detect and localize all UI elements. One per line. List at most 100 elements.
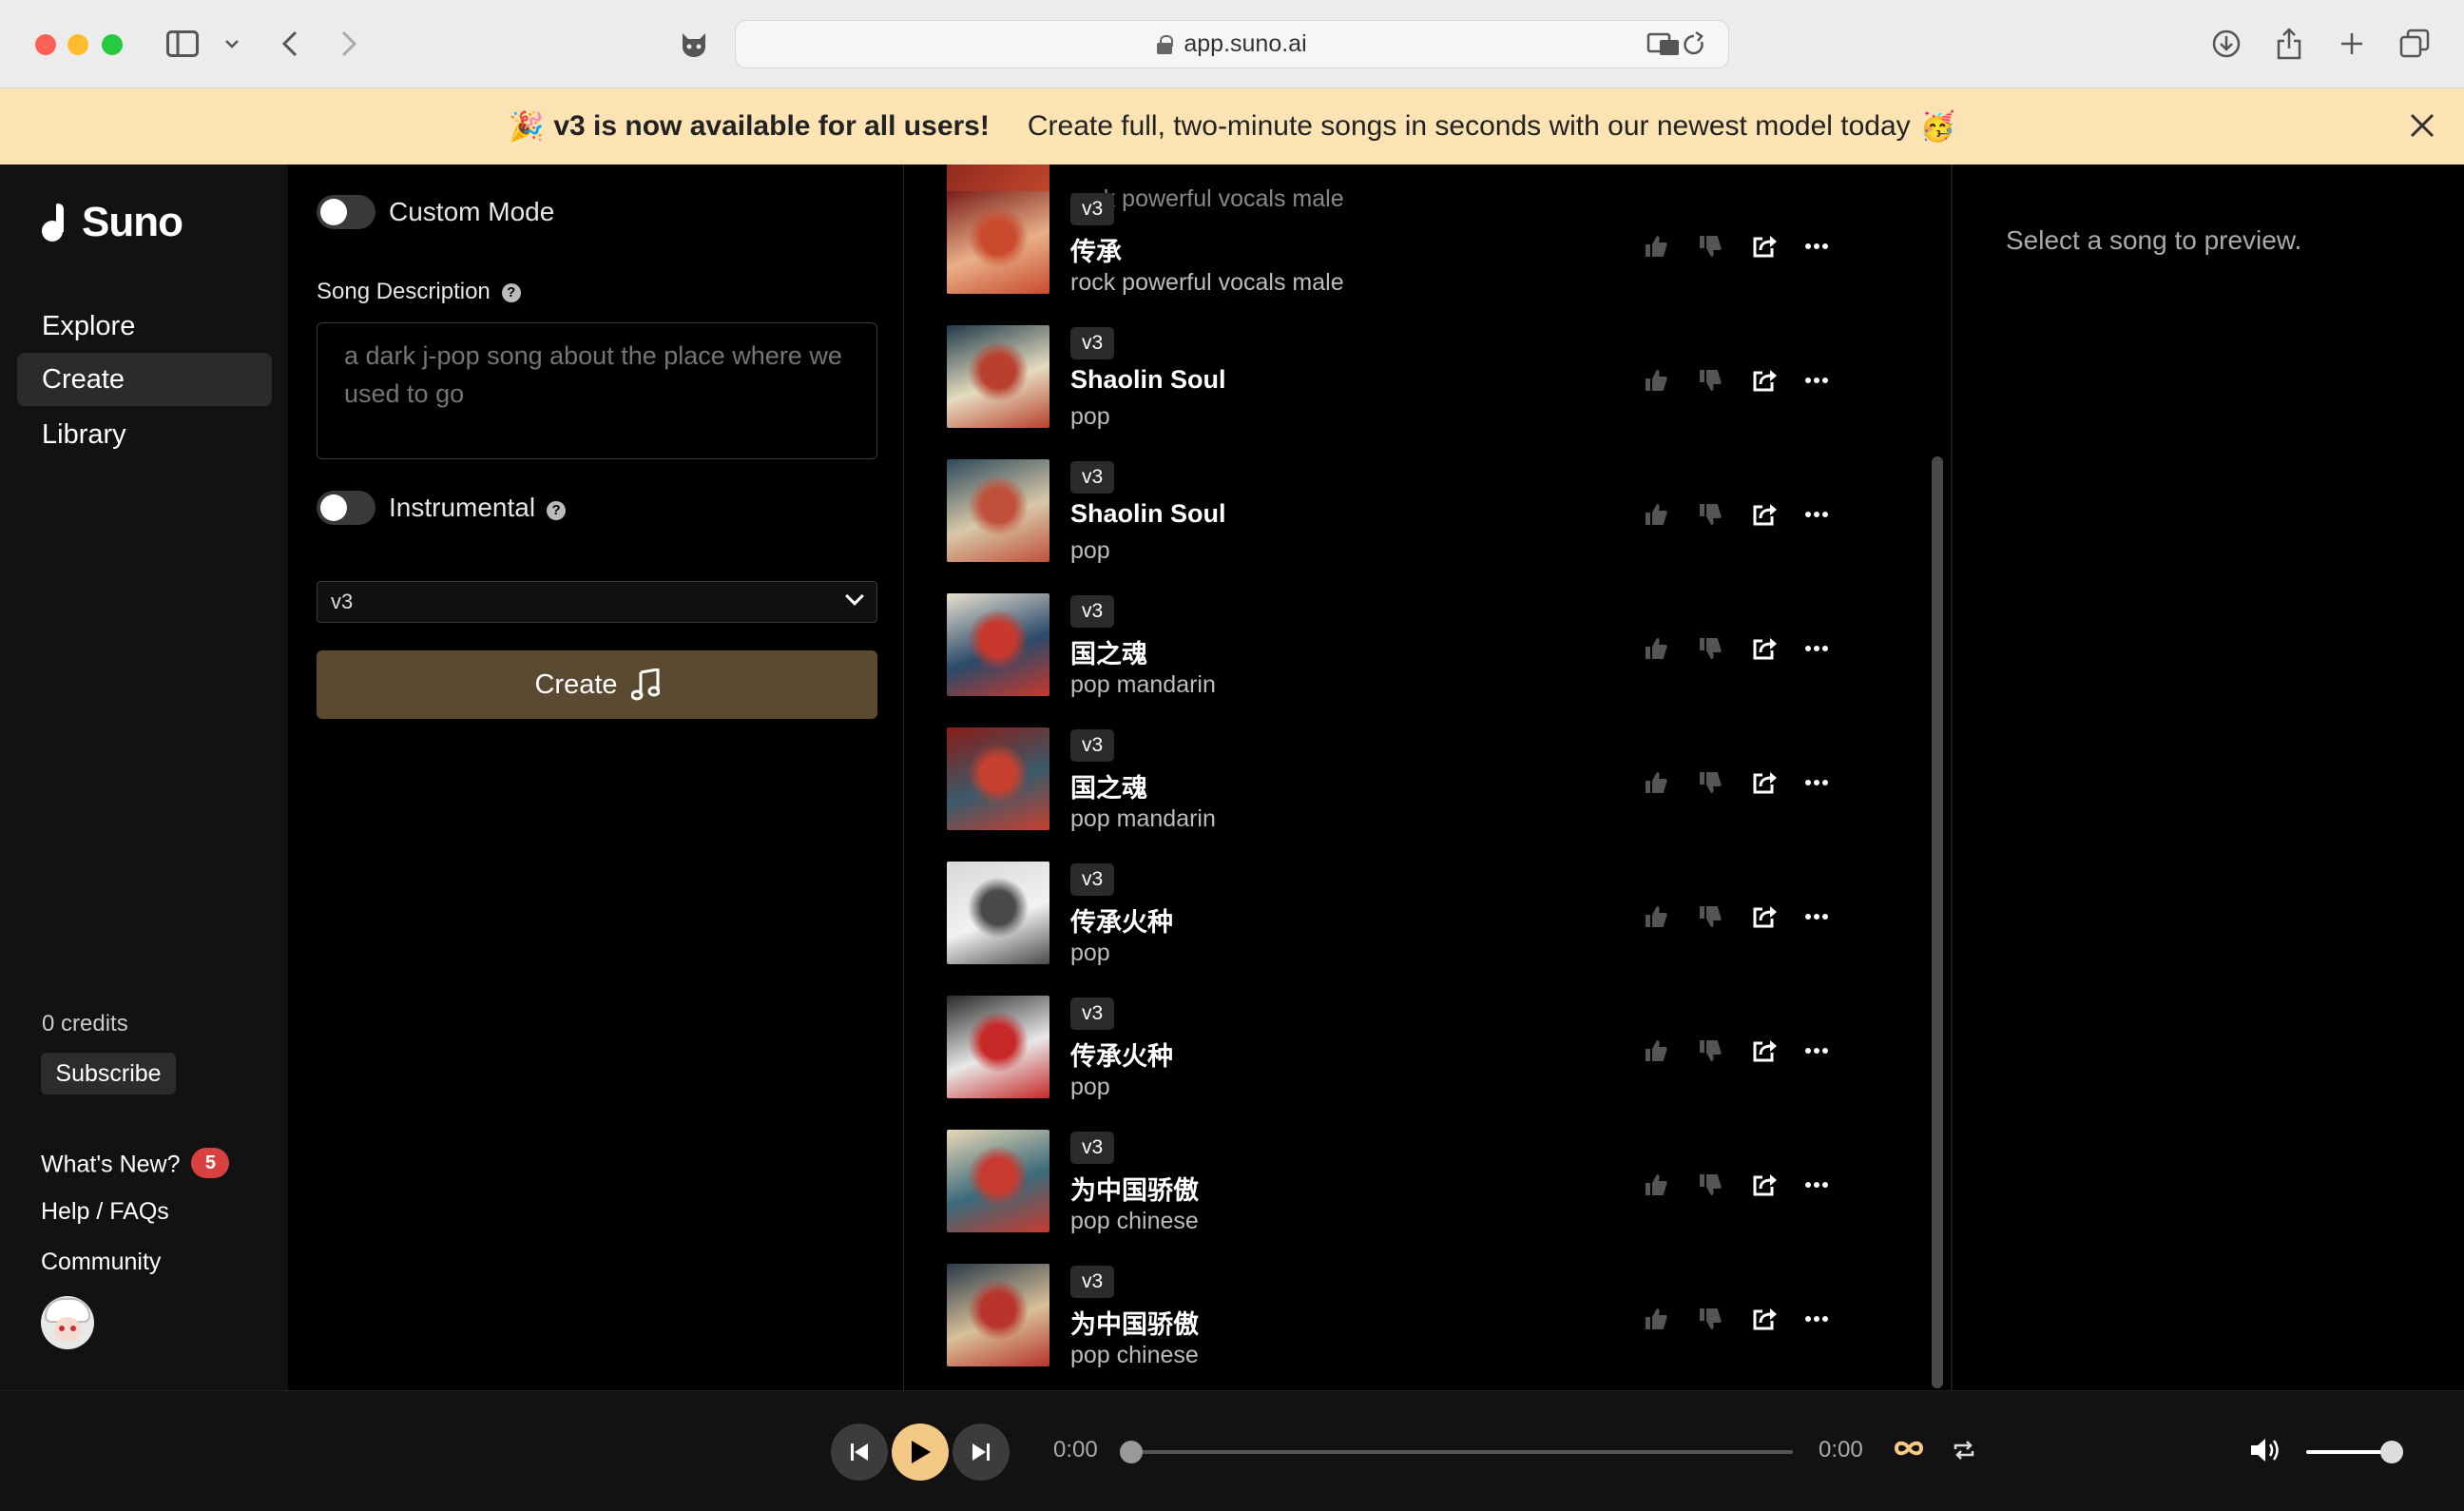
tab-overview-icon[interactable]: [2396, 27, 2434, 61]
repeat-icon[interactable]: [1953, 1439, 1975, 1466]
like-button[interactable]: [1639, 1302, 1673, 1336]
song-row[interactable]: v3 为中国骄傲 pop chinese: [947, 1130, 1897, 1244]
share-song-button[interactable]: [1747, 631, 1781, 666]
more-options-button[interactable]: [1800, 1034, 1834, 1068]
zoom-window-button[interactable]: [102, 34, 123, 55]
more-options-button[interactable]: [1800, 363, 1834, 397]
play-button[interactable]: [892, 1424, 949, 1481]
close-window-button[interactable]: [35, 34, 56, 55]
song-row[interactable]: v3 传承火种 pop: [947, 996, 1897, 1110]
song-cover[interactable]: [947, 593, 1049, 696]
progress-slider[interactable]: [1120, 1441, 1793, 1463]
more-options-button[interactable]: [1800, 229, 1834, 263]
volume-handle[interactable]: [2380, 1441, 2403, 1463]
song-row[interactable]: v3 国之魂 pop mandarin: [947, 593, 1897, 707]
song-title[interactable]: 为中国骄傲: [1070, 1170, 1199, 1207]
nav-explore[interactable]: Explore: [17, 300, 272, 353]
song-cover[interactable]: [947, 1130, 1049, 1232]
dislike-button[interactable]: [1693, 631, 1727, 666]
suno-logo[interactable]: Suno: [42, 199, 183, 246]
song-cover[interactable]: [947, 1264, 1049, 1366]
song-cover[interactable]: [947, 325, 1049, 428]
share-song-button[interactable]: [1747, 900, 1781, 934]
like-button[interactable]: [1639, 765, 1673, 800]
song-cover[interactable]: [947, 996, 1049, 1098]
song-cover[interactable]: [947, 459, 1049, 562]
song-title[interactable]: Shaolin Soul: [1070, 499, 1226, 529]
volume-icon[interactable]: [2249, 1437, 2281, 1468]
help-faqs-link[interactable]: Help / FAQs: [41, 1198, 169, 1226]
song-row[interactable]: v3 Shaolin Soul pop: [947, 459, 1897, 573]
song-cover[interactable]: [947, 191, 1049, 294]
next-button[interactable]: [953, 1424, 1010, 1481]
forward-icon[interactable]: [335, 27, 363, 61]
share-song-button[interactable]: [1747, 1034, 1781, 1068]
dislike-button[interactable]: [1693, 497, 1727, 532]
dislike-button[interactable]: [1693, 765, 1727, 800]
dislike-button[interactable]: [1693, 1302, 1727, 1336]
dislike-button[interactable]: [1693, 363, 1727, 397]
dislike-button[interactable]: [1693, 229, 1727, 263]
share-song-button[interactable]: [1747, 497, 1781, 532]
whats-new-link[interactable]: What's New? 5: [41, 1148, 230, 1179]
like-button[interactable]: [1639, 1168, 1673, 1202]
song-title[interactable]: 国之魂: [1070, 767, 1147, 804]
create-button[interactable]: Create: [317, 650, 877, 719]
help-icon[interactable]: ?: [501, 282, 521, 302]
subscribe-button[interactable]: Subscribe: [41, 1053, 176, 1095]
song-description-input[interactable]: [317, 322, 877, 459]
like-button[interactable]: [1639, 900, 1673, 934]
song-row[interactable]: v3 为中国骄傲 pop chinese: [947, 1264, 1897, 1378]
more-options-button[interactable]: [1800, 900, 1834, 934]
song-title[interactable]: 传承火种: [1070, 1036, 1173, 1073]
song-title[interactable]: 传承: [1070, 231, 1122, 268]
song-title[interactable]: 国之魂: [1070, 633, 1147, 670]
song-cover[interactable]: [947, 727, 1049, 830]
progress-handle[interactable]: [1120, 1441, 1143, 1463]
share-song-button[interactable]: [1747, 229, 1781, 263]
chevron-down-icon[interactable]: [221, 27, 243, 61]
share-song-button[interactable]: [1747, 765, 1781, 800]
custom-mode-toggle[interactable]: [317, 195, 375, 229]
scrollbar[interactable]: [1932, 456, 1943, 1388]
like-button[interactable]: [1639, 497, 1673, 532]
song-cover[interactable]: [947, 862, 1049, 964]
model-version-select[interactable]: v3: [317, 581, 877, 623]
new-tab-icon[interactable]: [2333, 27, 2371, 61]
share-song-button[interactable]: [1747, 363, 1781, 397]
translate-reload-icons[interactable]: [1646, 30, 1709, 64]
back-icon[interactable]: [276, 27, 304, 61]
user-avatar[interactable]: [41, 1296, 94, 1349]
song-title[interactable]: 传承火种: [1070, 901, 1173, 939]
minimize-window-button[interactable]: [67, 34, 88, 55]
more-options-button[interactable]: [1800, 1302, 1834, 1336]
community-link[interactable]: Community: [41, 1249, 161, 1276]
share-icon[interactable]: [2270, 27, 2308, 61]
more-options-button[interactable]: [1800, 1168, 1834, 1202]
share-song-button[interactable]: [1747, 1168, 1781, 1202]
like-button[interactable]: [1639, 631, 1673, 666]
instrumental-toggle[interactable]: [317, 491, 375, 525]
downloads-icon[interactable]: [2207, 27, 2245, 61]
more-options-button[interactable]: [1800, 497, 1834, 532]
song-row[interactable]: v3 传承 rock powerful vocals male: [947, 191, 1897, 305]
more-options-button[interactable]: [1800, 765, 1834, 800]
sidebar-toggle-icon[interactable]: [164, 27, 202, 61]
dislike-button[interactable]: [1693, 900, 1727, 934]
nav-library[interactable]: Library: [17, 408, 272, 461]
song-title[interactable]: 为中国骄傲: [1070, 1304, 1199, 1341]
extension-icon[interactable]: [675, 27, 713, 61]
volume-slider[interactable]: [2306, 1441, 2403, 1463]
song-row[interactable]: v3 Shaolin Soul pop: [947, 325, 1897, 439]
dislike-button[interactable]: [1693, 1168, 1727, 1202]
song-row[interactable]: v3 国之魂 pop mandarin: [947, 727, 1897, 842]
like-button[interactable]: [1639, 229, 1673, 263]
address-bar[interactable]: app.suno.ai: [735, 20, 1729, 68]
like-button[interactable]: [1639, 363, 1673, 397]
previous-button[interactable]: [831, 1424, 888, 1481]
song-row[interactable]: v3 传承火种 pop: [947, 862, 1897, 976]
close-banner-icon[interactable]: [2409, 106, 2435, 148]
song-title[interactable]: Shaolin Soul: [1070, 365, 1226, 395]
like-button[interactable]: [1639, 1034, 1673, 1068]
help-icon[interactable]: ?: [547, 500, 567, 520]
